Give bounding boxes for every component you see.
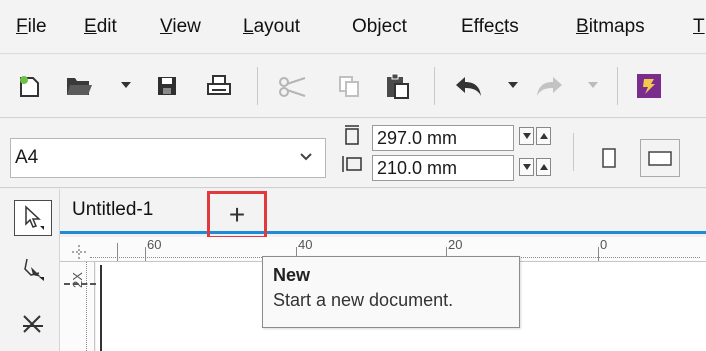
open-dropdown-arrow[interactable] [121, 82, 131, 88]
propbar-separator [573, 133, 574, 171]
page-size-value: A4 [15, 147, 39, 168]
landscape-button[interactable] [640, 139, 680, 177]
page-edge [100, 265, 102, 351]
menu-object[interactable]: Object [352, 15, 407, 39]
app-launcher-button[interactable] [632, 69, 666, 103]
menu-bar: File Edit View Layout Object Effects Bit… [0, 0, 706, 54]
page-size-select[interactable]: A4 [10, 138, 326, 178]
crop-tool-icon [23, 315, 43, 333]
tooltip-description: Start a new document. [273, 290, 454, 310]
menu-layout[interactable]: Layout [243, 15, 300, 39]
landscape-icon [648, 151, 672, 166]
ruler-label-vertical: 2X [70, 272, 85, 288]
undo-icon [456, 77, 481, 96]
ruler-tick [598, 247, 599, 261]
document-tab-untitled[interactable]: Untitled-1 [72, 197, 153, 223]
page-width-spinner[interactable] [519, 127, 553, 147]
spin-up-icon[interactable] [536, 127, 551, 145]
cut-button[interactable] [276, 69, 310, 103]
copy-button[interactable] [332, 69, 366, 103]
page-height-field[interactable]: 210.0 mm [372, 155, 514, 181]
toolbar-separator [617, 67, 618, 105]
standard-toolbar [0, 55, 706, 118]
document-tab-strip: Untitled-1 + [60, 189, 706, 239]
new-document-tab-button[interactable]: + [207, 191, 267, 239]
menu-edit[interactable]: Edit [84, 15, 117, 39]
ruler-tick [145, 247, 146, 261]
crop-tool[interactable] [14, 307, 52, 343]
save-icon [158, 77, 176, 95]
print-button[interactable] [202, 69, 236, 103]
menu-file[interactable]: File [16, 15, 47, 39]
portrait-button[interactable] [589, 139, 629, 177]
menu-bitmaps[interactable]: Bitmaps [576, 15, 645, 39]
pick-tool[interactable] [14, 200, 52, 236]
property-bar: A4 297.0 mm 210.0 mm [0, 119, 706, 188]
paste-button[interactable] [380, 69, 414, 103]
new-document-tooltip: New Start a new document. [262, 256, 520, 328]
toolbox [0, 189, 60, 351]
spin-up-icon[interactable] [536, 158, 551, 176]
menu-effects[interactable]: Effects [461, 15, 519, 39]
open-folder-icon [67, 78, 92, 95]
undo-dropdown-arrow[interactable] [508, 82, 518, 88]
copy-icon [339, 76, 359, 97]
portrait-icon [602, 148, 616, 168]
vertical-ruler[interactable]: 2X [60, 262, 95, 351]
ruler-minor-ticks [86, 262, 87, 351]
tooltip-title: New [273, 265, 311, 285]
page-height-icon [342, 156, 362, 172]
redo-dropdown-arrow[interactable] [588, 82, 598, 88]
ruler-label-40: 40 [298, 237, 313, 252]
ruler-label-0: 0 [600, 237, 608, 252]
ruler-origin-icon [72, 245, 86, 259]
spin-down-icon[interactable] [519, 127, 534, 145]
save-button[interactable] [150, 69, 184, 103]
page-height-spinner[interactable] [519, 158, 553, 178]
menu-truncated[interactable]: T [693, 15, 705, 39]
toolbar-separator [257, 67, 258, 105]
ruler-label-20: 20 [448, 237, 463, 252]
paste-icon [387, 73, 409, 99]
new-document-button[interactable] [12, 69, 46, 103]
print-icon [207, 75, 231, 95]
ruler-label-60: 60 [147, 237, 162, 252]
pick-tool-icon [25, 205, 44, 230]
toolbar-separator [434, 67, 435, 105]
new-document-icon [20, 76, 39, 97]
plus-icon: + [228, 199, 246, 230]
shape-tool[interactable] [14, 251, 52, 287]
page-width-icon [345, 125, 359, 145]
spin-down-icon[interactable] [519, 158, 534, 176]
redo-icon [537, 77, 562, 96]
page-border-dashed [64, 283, 96, 285]
app-launcher-icon [637, 74, 661, 98]
menu-view[interactable]: View [160, 15, 201, 39]
chevron-down-icon [300, 153, 312, 161]
shape-tool-icon [24, 258, 44, 281]
open-button[interactable] [62, 69, 96, 103]
redo-button[interactable] [532, 69, 566, 103]
undo-button[interactable] [452, 69, 486, 103]
ruler-tick [117, 243, 118, 261]
page-width-field[interactable]: 297.0 mm [372, 125, 514, 151]
cut-icon [279, 77, 306, 97]
